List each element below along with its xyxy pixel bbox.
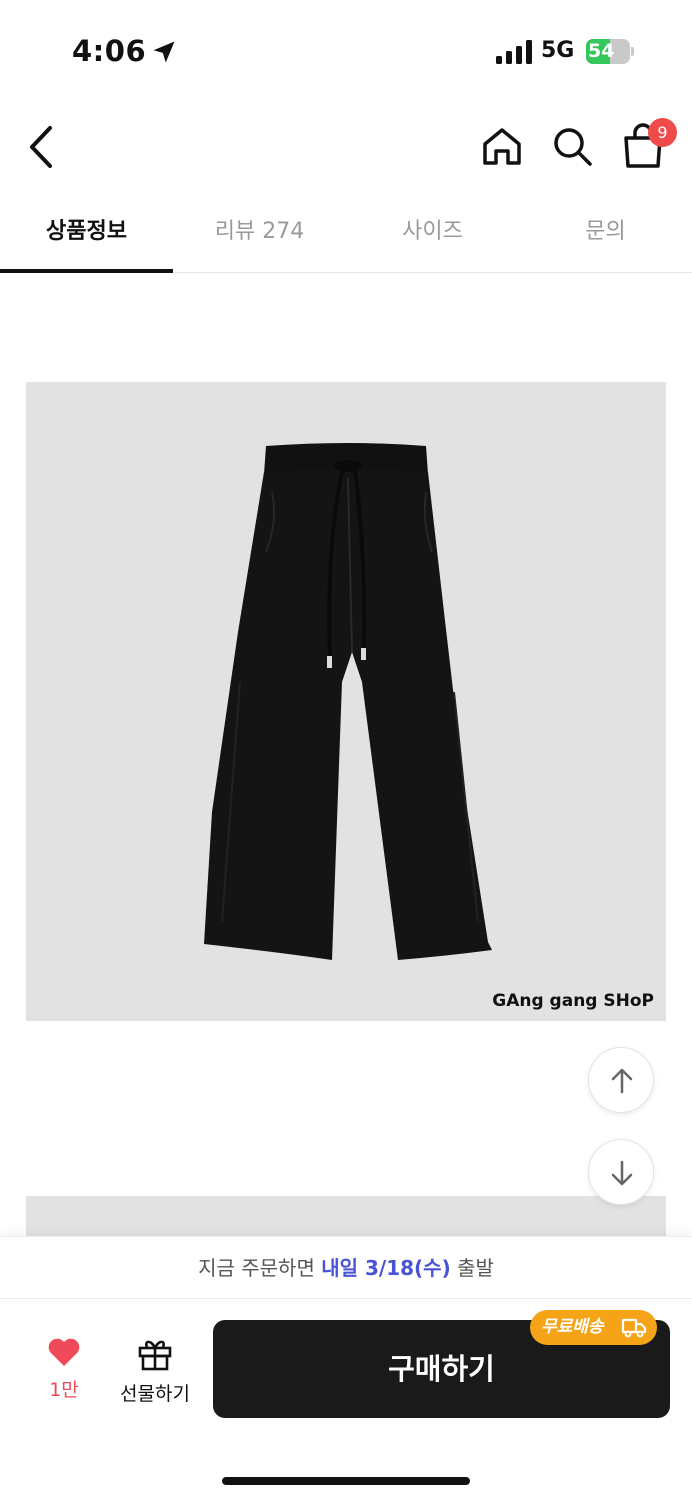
truck-icon — [621, 1318, 647, 1338]
pants-illustration — [204, 443, 492, 960]
gift-button[interactable]: 선물하기 — [112, 1337, 198, 1407]
top-header — [0, 100, 692, 195]
scroll-up-button[interactable] — [588, 1047, 654, 1113]
shipping-info: 지금 주문하면 내일 3/18(수) 출발 — [0, 1236, 692, 1299]
tab-size[interactable]: 사이즈 — [346, 195, 519, 272]
arrow-up-icon — [611, 1068, 633, 1094]
like-button[interactable]: 1만 — [36, 1337, 92, 1407]
battery-icon: 54 — [586, 39, 634, 64]
signal-icon — [496, 40, 532, 64]
home-icon[interactable] — [480, 124, 524, 168]
search-icon[interactable] — [550, 124, 594, 168]
tab-product-info[interactable]: 상품정보 — [0, 195, 173, 273]
shipping-prefix: 지금 주문하면 — [198, 1256, 322, 1280]
cart-count-badge: 9 — [648, 118, 677, 147]
arrow-down-icon — [611, 1160, 633, 1186]
scroll-down-button[interactable] — [588, 1139, 654, 1205]
heart-icon — [48, 1338, 80, 1366]
tab-reviews[interactable]: 리뷰 274 — [173, 195, 346, 272]
product-image: GAng gang SHoP — [26, 382, 666, 1021]
shipping-suffix: 출발 — [450, 1256, 494, 1280]
back-button[interactable] — [22, 122, 62, 172]
free-shipping-badge: 무료배송 — [530, 1310, 657, 1345]
gift-icon — [138, 1340, 172, 1371]
shipping-date: 내일 3/18(수) — [321, 1256, 451, 1280]
gift-label: 선물하기 — [120, 1383, 190, 1405]
status-bar: 4:06 5G 54 — [0, 0, 692, 100]
like-count: 1만 — [49, 1379, 79, 1401]
tab-inquiry[interactable]: 문의 — [519, 195, 692, 272]
network-label: 5G — [541, 38, 575, 63]
free-shipping-label: 무료배송 — [541, 1317, 604, 1337]
status-time: 4:06 — [72, 34, 147, 68]
home-indicator — [222, 1477, 470, 1485]
location-arrow-icon — [153, 41, 175, 63]
product-tabs: 상품정보 리뷰 274 사이즈 문의 — [0, 195, 692, 273]
battery-percent: 54 — [588, 40, 615, 62]
image-watermark: GAng gang SHoP — [492, 991, 654, 1011]
